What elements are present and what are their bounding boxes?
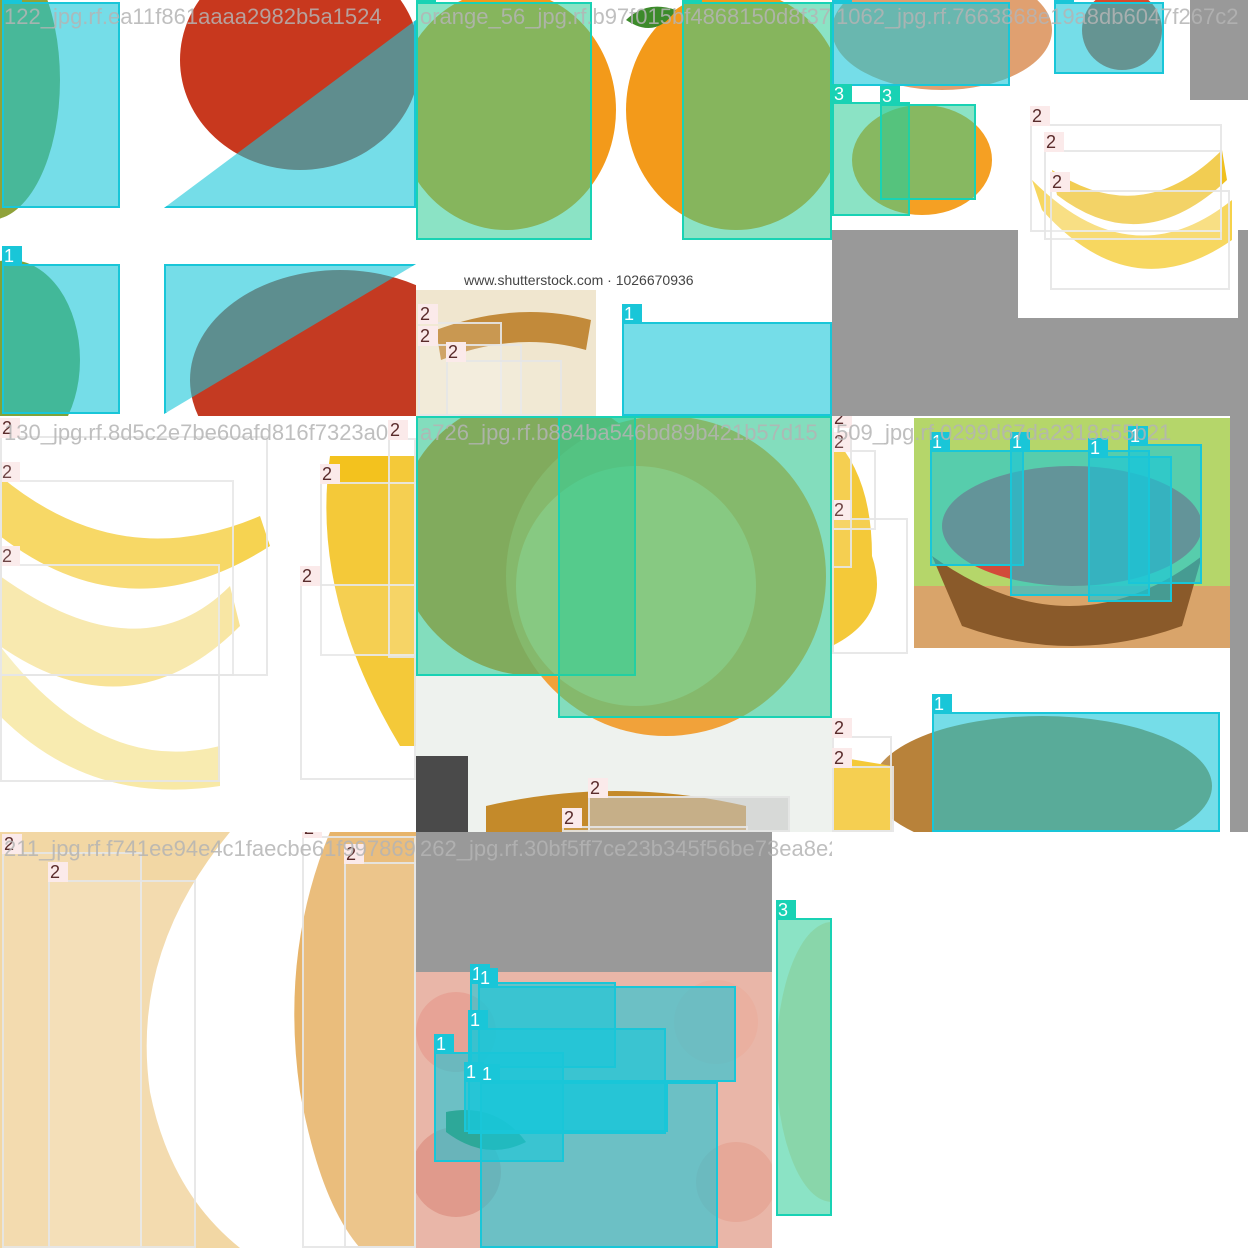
box-label: 3 [832, 84, 852, 104]
tile-apple-basket: 509_jpg.rf.0299d67da2318c55b21 2 2 2 1 1… [832, 416, 1248, 832]
box-label: 3 [558, 416, 578, 418]
detection-box: 2 [1050, 172, 1230, 290]
detection-box: 2 [832, 748, 894, 832]
box-label: 2 [832, 718, 852, 738]
detection-box: 3 [682, 0, 832, 240]
box-label: 2 [418, 326, 438, 346]
box-label: 1 [468, 1010, 488, 1030]
box-label: 1 [2, 246, 22, 266]
detection-box: 3 [558, 416, 832, 718]
detection-box: 1 [2, 246, 120, 414]
detection-box: 2 [344, 844, 416, 1248]
box-label: 1 [434, 1034, 454, 1054]
tile-orange-shutterstock: orange_56_jpg.rf.b97f015bf4868150d8f379d… [416, 0, 832, 416]
box-label: 1 [478, 968, 498, 988]
detection-box: 3 [880, 86, 976, 200]
tile-filename: 1062_jpg.rf.7663868e19a8db6047f267c2 [836, 4, 1239, 29]
watermark-text: www.shutterstock.com · 1026670936 [464, 272, 694, 288]
detection-box: 3 [776, 900, 832, 1216]
tile-filename: 262_jpg.rf.30bf5ff7ce23b345f56be73ea8e23 [420, 836, 832, 861]
tile-filename: 122_jpg.rf.ea11f861aaaa2982b5a1524 [4, 4, 382, 29]
detection-box: 2 [0, 418, 268, 676]
detection-box: 1 [622, 304, 832, 416]
box-label: 2 [446, 342, 466, 362]
detection-box: 2 [832, 416, 852, 568]
empty-tile [832, 832, 1248, 1248]
detection-box: 1 [480, 1064, 718, 1248]
tile-apple-pile: 262_jpg.rf.30bf5ff7ce23b345f56be73ea8e23… [416, 832, 832, 1248]
detection-box: 2 [446, 342, 562, 416]
tile-filename: a726_jpg.rf.b884ba546bd89b421b57d15 [420, 420, 818, 445]
tile-banana-closeup: 211_jpg.rf.f741ee94e4c1faecbe61f997869 2… [0, 832, 416, 1248]
box-label: 2 [388, 420, 408, 440]
box-label: 2 [300, 566, 320, 586]
box-label: 2 [1044, 132, 1064, 152]
detection-box: 1 [2, 0, 120, 208]
tile-apple-red: 122_jpg.rf.ea11f861aaaa2982b5a1524 1 1 1… [0, 0, 416, 416]
tile-banana-apple-small: 1062_jpg.rf.7663868e19a8db6047f267c2 1 1… [832, 0, 1248, 416]
box-label: 2 [418, 304, 438, 324]
box-label: 2 [48, 862, 68, 882]
box-label: 3 [776, 900, 796, 920]
tile-filename: 130_jpg.rf.8d5c2e7be60afd816f7323a0 [4, 420, 389, 445]
tile-orange-cut: a726_jpg.rf.b884ba546bd89b421b57d15 3 3 … [416, 416, 832, 832]
box-label: 3 [416, 416, 436, 418]
tile-banana-bunch: 130_jpg.rf.8d5c2e7be60afd816f7323a0 2 2 … [0, 416, 416, 832]
detection-box: 3 [416, 0, 592, 240]
detection-box: 2 [48, 862, 196, 1248]
detection-box: 1 [932, 694, 1220, 832]
box-label: 2 [832, 748, 852, 768]
box-label: 2 [588, 778, 608, 798]
box-label: 2 [1030, 106, 1050, 126]
tile-filename: orange_56_jpg.rf.b97f015bf4868150d8f379d… [420, 4, 832, 29]
box-label: 1 [622, 304, 642, 324]
box-label: 3 [880, 86, 900, 106]
box-label: 2 [1050, 172, 1070, 192]
box-label: 2 [562, 808, 582, 828]
detection-box: 1 [1128, 426, 1202, 584]
tile-filename: 211_jpg.rf.f741ee94e4c1faecbe61f997869 [4, 836, 416, 861]
box-label: 1 [480, 1064, 500, 1084]
box-label: 2 [320, 464, 340, 484]
tile-filename: 509_jpg.rf.0299d67da2318c55b21 [836, 420, 1172, 445]
detection-box: 2 [388, 420, 416, 658]
box-label: 1 [932, 694, 952, 714]
